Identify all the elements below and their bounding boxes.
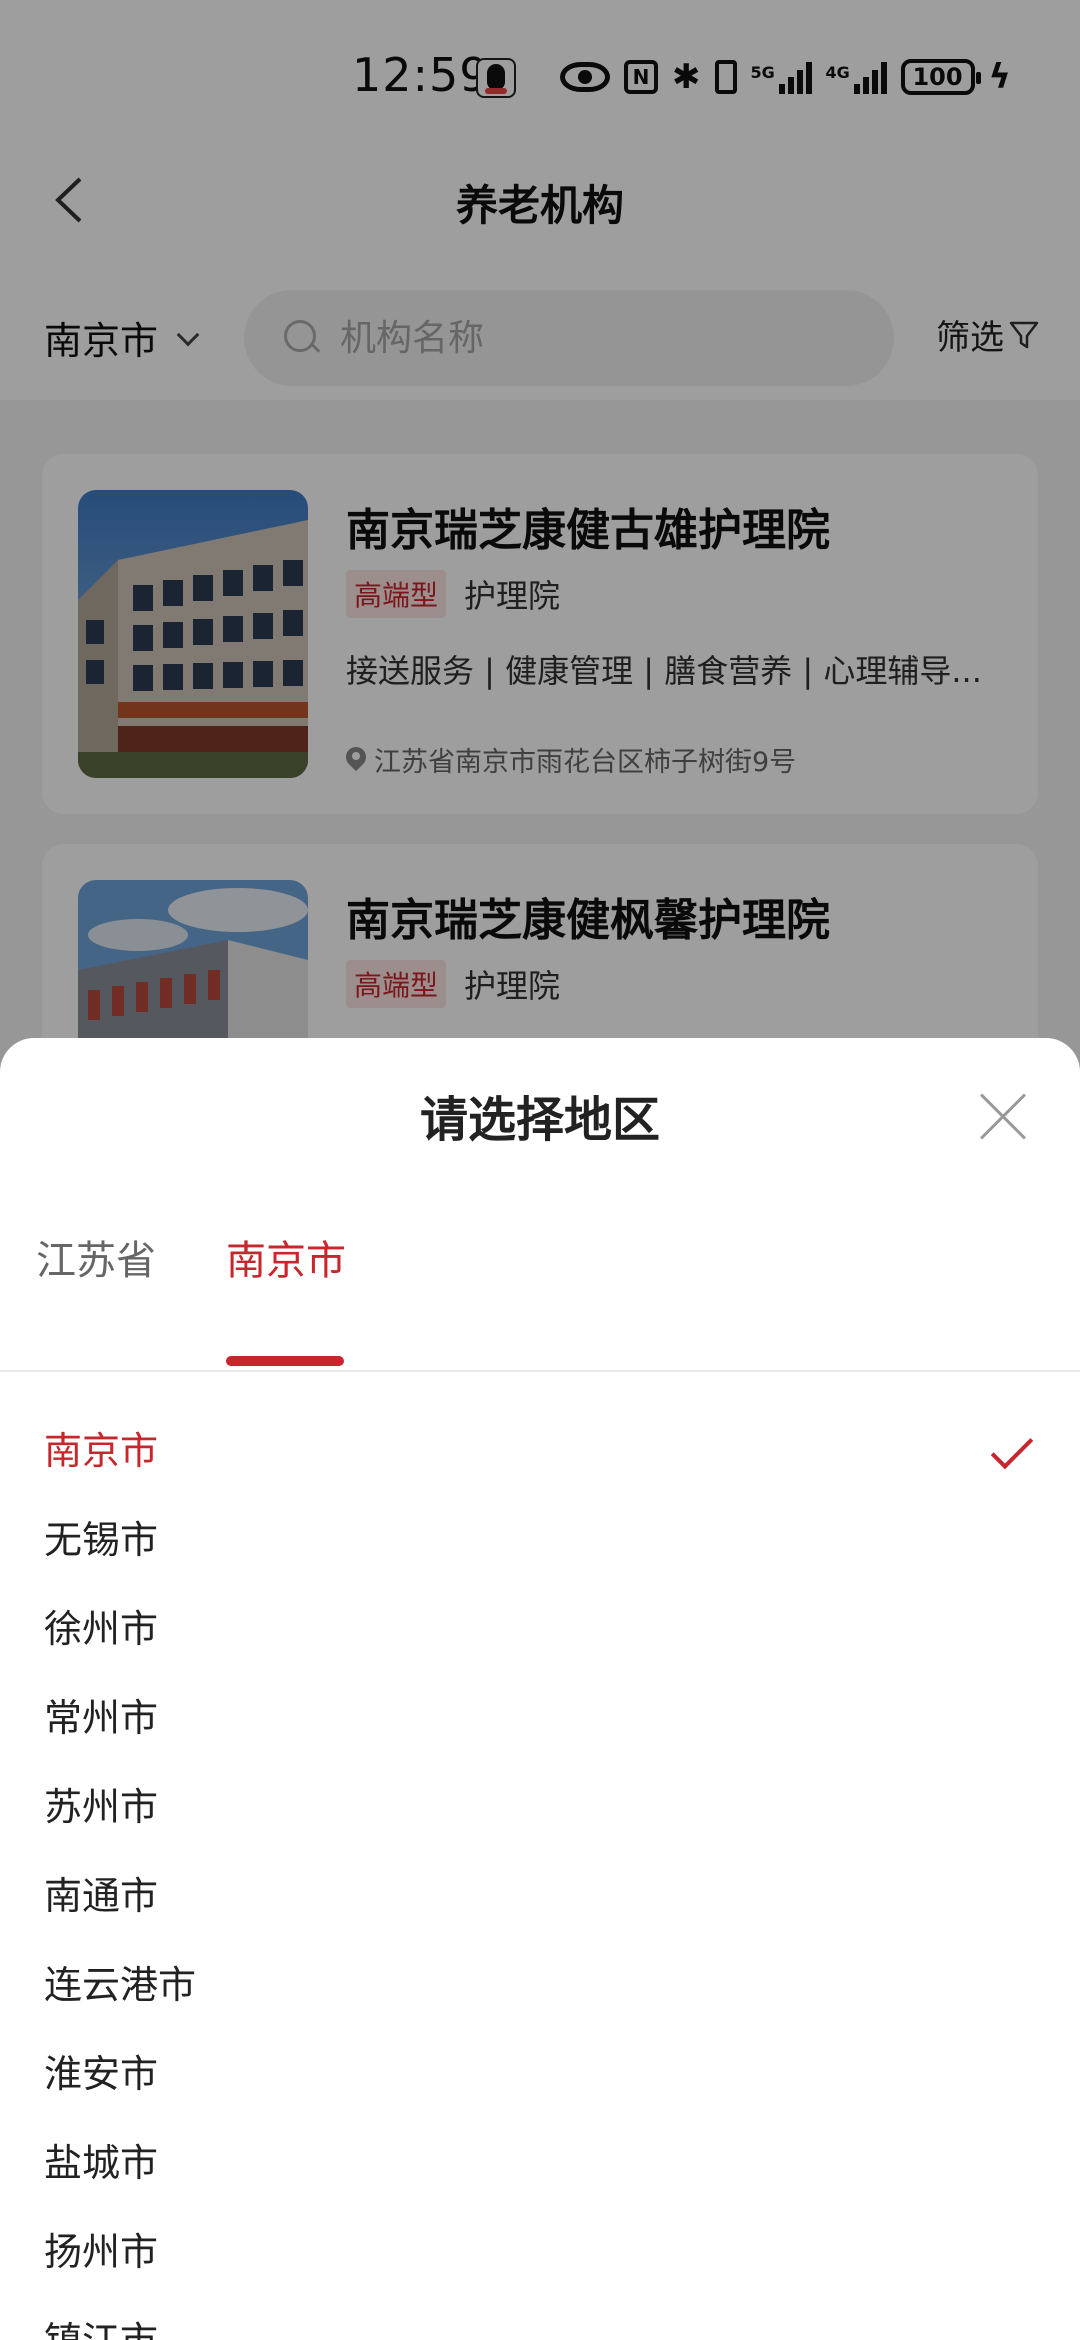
city-option[interactable]: 盐城市	[44, 2132, 158, 2187]
city-option[interactable]: 苏州市	[44, 1776, 158, 1831]
close-icon[interactable]	[976, 1090, 1030, 1144]
region-picker-sheet: 请选择地区 江苏省 南京市 南京市 无锡市 徐州市 常州市 苏州市 南通市 连云…	[0, 1038, 1080, 2340]
active-tab-indicator	[226, 1356, 344, 1366]
region-tabs: 江苏省 南京市	[0, 1228, 1080, 1372]
tab-city[interactable]: 南京市	[226, 1228, 346, 1286]
sheet-title: 请选择地区	[419, 1092, 660, 1148]
city-option[interactable]: 淮安市	[44, 2043, 158, 2098]
city-option[interactable]: 常州市	[44, 1687, 158, 1742]
selected-check-icon	[990, 1426, 1034, 1470]
city-option[interactable]: 扬州市	[44, 2221, 158, 2276]
city-option[interactable]: 徐州市	[44, 1598, 158, 1653]
city-option[interactable]: 镇江市	[44, 2310, 158, 2340]
city-option[interactable]: 南通市	[44, 1865, 158, 1920]
city-option[interactable]: 连云港市	[44, 1954, 196, 2009]
city-option[interactable]: 无锡市	[44, 1509, 158, 1564]
city-option[interactable]: 南京市	[44, 1420, 158, 1475]
tab-province[interactable]: 江苏省	[36, 1228, 156, 1286]
